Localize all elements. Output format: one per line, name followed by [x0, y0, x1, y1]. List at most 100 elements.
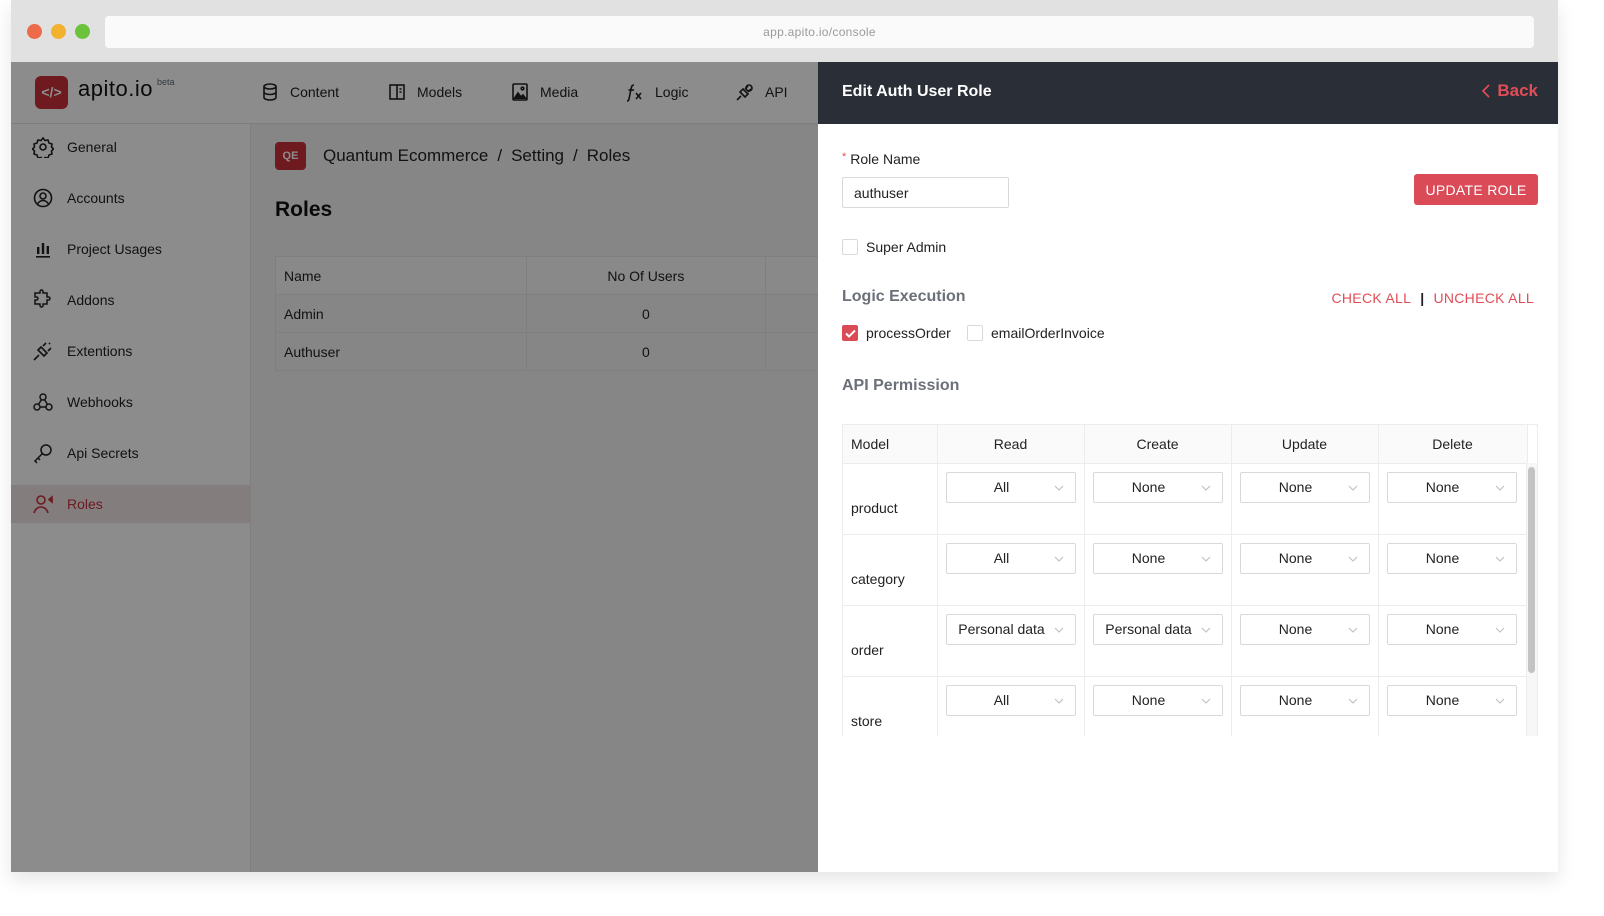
checkbox-box[interactable] — [842, 239, 858, 255]
update-cell: None — [1231, 605, 1379, 677]
back-button[interactable]: Back — [1481, 81, 1538, 101]
read-select[interactable]: All — [945, 542, 1076, 574]
chevron-down-icon — [1201, 698, 1210, 704]
chevron-down-icon — [1201, 485, 1210, 491]
delete-select[interactable]: None — [1386, 613, 1517, 645]
create-select[interactable]: None — [1092, 471, 1223, 503]
logic-execution-title: Logic Execution — [842, 288, 966, 305]
chevron-down-icon — [1054, 485, 1063, 491]
drawer-mask-overlay[interactable] — [11, 62, 818, 872]
model-name-cell: store — [843, 676, 938, 736]
checkbox-box[interactable] — [842, 325, 858, 341]
column-header-create: Create — [1084, 425, 1232, 464]
edit-role-drawer: Edit Auth User Role Back *Role Name UPDA… — [818, 62, 1558, 872]
create-cell: None — [1084, 463, 1232, 535]
select-value: None — [1278, 621, 1313, 637]
delete-cell: None — [1378, 605, 1528, 677]
logic-checkbox-processorder[interactable]: processOrder — [842, 325, 951, 341]
update-select[interactable]: None — [1239, 684, 1370, 716]
select-value: None — [1278, 692, 1313, 708]
logic-function-label: emailOrderInvoice — [991, 325, 1105, 341]
chevron-down-icon — [1495, 556, 1504, 562]
create-select[interactable]: None — [1092, 684, 1223, 716]
read-select[interactable]: Personal data — [945, 613, 1076, 645]
column-header-delete: Delete — [1378, 425, 1528, 464]
select-value: Personal data — [958, 621, 1045, 637]
required-marker: * — [842, 151, 847, 163]
update-cell: None — [1231, 676, 1379, 736]
role-name-label-text: Role Name — [850, 151, 921, 167]
browser-titlebar: app.apito.io/console — [11, 0, 1558, 62]
chevron-down-icon — [1348, 627, 1357, 633]
column-header-update: Update — [1231, 425, 1379, 464]
chevron-down-icon — [1495, 627, 1504, 633]
read-select[interactable]: All — [945, 684, 1076, 716]
read-select[interactable]: All — [945, 471, 1076, 503]
super-admin-label: Super Admin — [866, 239, 947, 255]
chevron-down-icon — [1201, 627, 1210, 633]
role-name-input[interactable] — [842, 177, 1009, 208]
maximize-window-button[interactable] — [75, 24, 90, 39]
permission-table: Model Read Create Update Delete product … — [843, 425, 1528, 736]
select-value: None — [1131, 479, 1166, 495]
delete-select[interactable]: None — [1386, 471, 1517, 503]
model-name-cell: category — [843, 534, 938, 606]
uncheck-all-link[interactable]: UNCHECK ALL — [1433, 290, 1534, 306]
delete-cell: None — [1378, 534, 1528, 606]
logic-checkbox-emailorderinvoice[interactable]: emailOrderInvoice — [967, 325, 1105, 341]
delete-cell: None — [1378, 676, 1528, 736]
create-select[interactable]: None — [1092, 542, 1223, 574]
model-name: order — [851, 641, 884, 658]
check-all-link[interactable]: CHECK ALL — [1331, 290, 1411, 306]
update-select[interactable]: None — [1239, 471, 1370, 503]
create-cell: None — [1084, 534, 1232, 606]
table-row: category All None None None — [843, 534, 1528, 606]
select-value: None — [1131, 550, 1166, 566]
super-admin-checkbox[interactable]: Super Admin — [842, 239, 946, 255]
drawer-header: Edit Auth User Role Back — [818, 62, 1558, 124]
select-value: None — [1425, 550, 1460, 566]
create-select[interactable]: Personal data — [1092, 613, 1223, 645]
delete-select[interactable]: None — [1386, 684, 1517, 716]
update-cell: None — [1231, 463, 1379, 535]
read-cell: All — [937, 463, 1085, 535]
chevron-down-icon — [1348, 698, 1357, 704]
logic-function-label: processOrder — [866, 325, 951, 341]
chevron-down-icon — [1495, 698, 1504, 704]
role-name-label: * Role Name — [842, 151, 920, 167]
update-select[interactable]: None — [1239, 613, 1370, 645]
read-cell: Personal data — [937, 605, 1085, 677]
model-name: category — [851, 570, 905, 587]
update-cell: None — [1231, 534, 1379, 606]
create-cell: Personal data — [1084, 605, 1232, 677]
api-permission-title: API Permission — [842, 377, 960, 394]
minimize-window-button[interactable] — [51, 24, 66, 39]
select-value: None — [1425, 479, 1460, 495]
table-row: product All None None None — [843, 463, 1528, 535]
drawer-title: Edit Auth User Role — [842, 83, 992, 100]
chevron-down-icon — [1348, 485, 1357, 491]
select-value: None — [1131, 692, 1166, 708]
select-value: None — [1278, 550, 1313, 566]
address-bar[interactable]: app.apito.io/console — [105, 16, 1534, 48]
model-name: product — [851, 499, 898, 516]
check-icon — [844, 329, 856, 338]
checkbox-box[interactable] — [967, 325, 983, 341]
back-button-label: Back — [1497, 81, 1538, 100]
read-cell: All — [937, 534, 1085, 606]
close-window-button[interactable] — [27, 24, 42, 39]
create-cell: None — [1084, 676, 1232, 736]
column-header-read: Read — [937, 425, 1085, 464]
browser-window: app.apito.io/console </> apito.io beta C… — [11, 0, 1558, 872]
select-value: None — [1425, 621, 1460, 637]
scrollbar-thumb[interactable] — [1528, 467, 1535, 673]
separator: | — [1420, 290, 1425, 306]
model-name-cell: product — [843, 463, 938, 535]
update-select[interactable]: None — [1239, 542, 1370, 574]
chevron-down-icon — [1054, 627, 1063, 633]
chevron-down-icon — [1054, 698, 1063, 704]
select-value: Personal data — [1105, 621, 1192, 637]
delete-select[interactable]: None — [1386, 542, 1517, 574]
model-name: store — [851, 712, 883, 729]
update-role-button[interactable]: UPDATE ROLE — [1414, 174, 1538, 205]
